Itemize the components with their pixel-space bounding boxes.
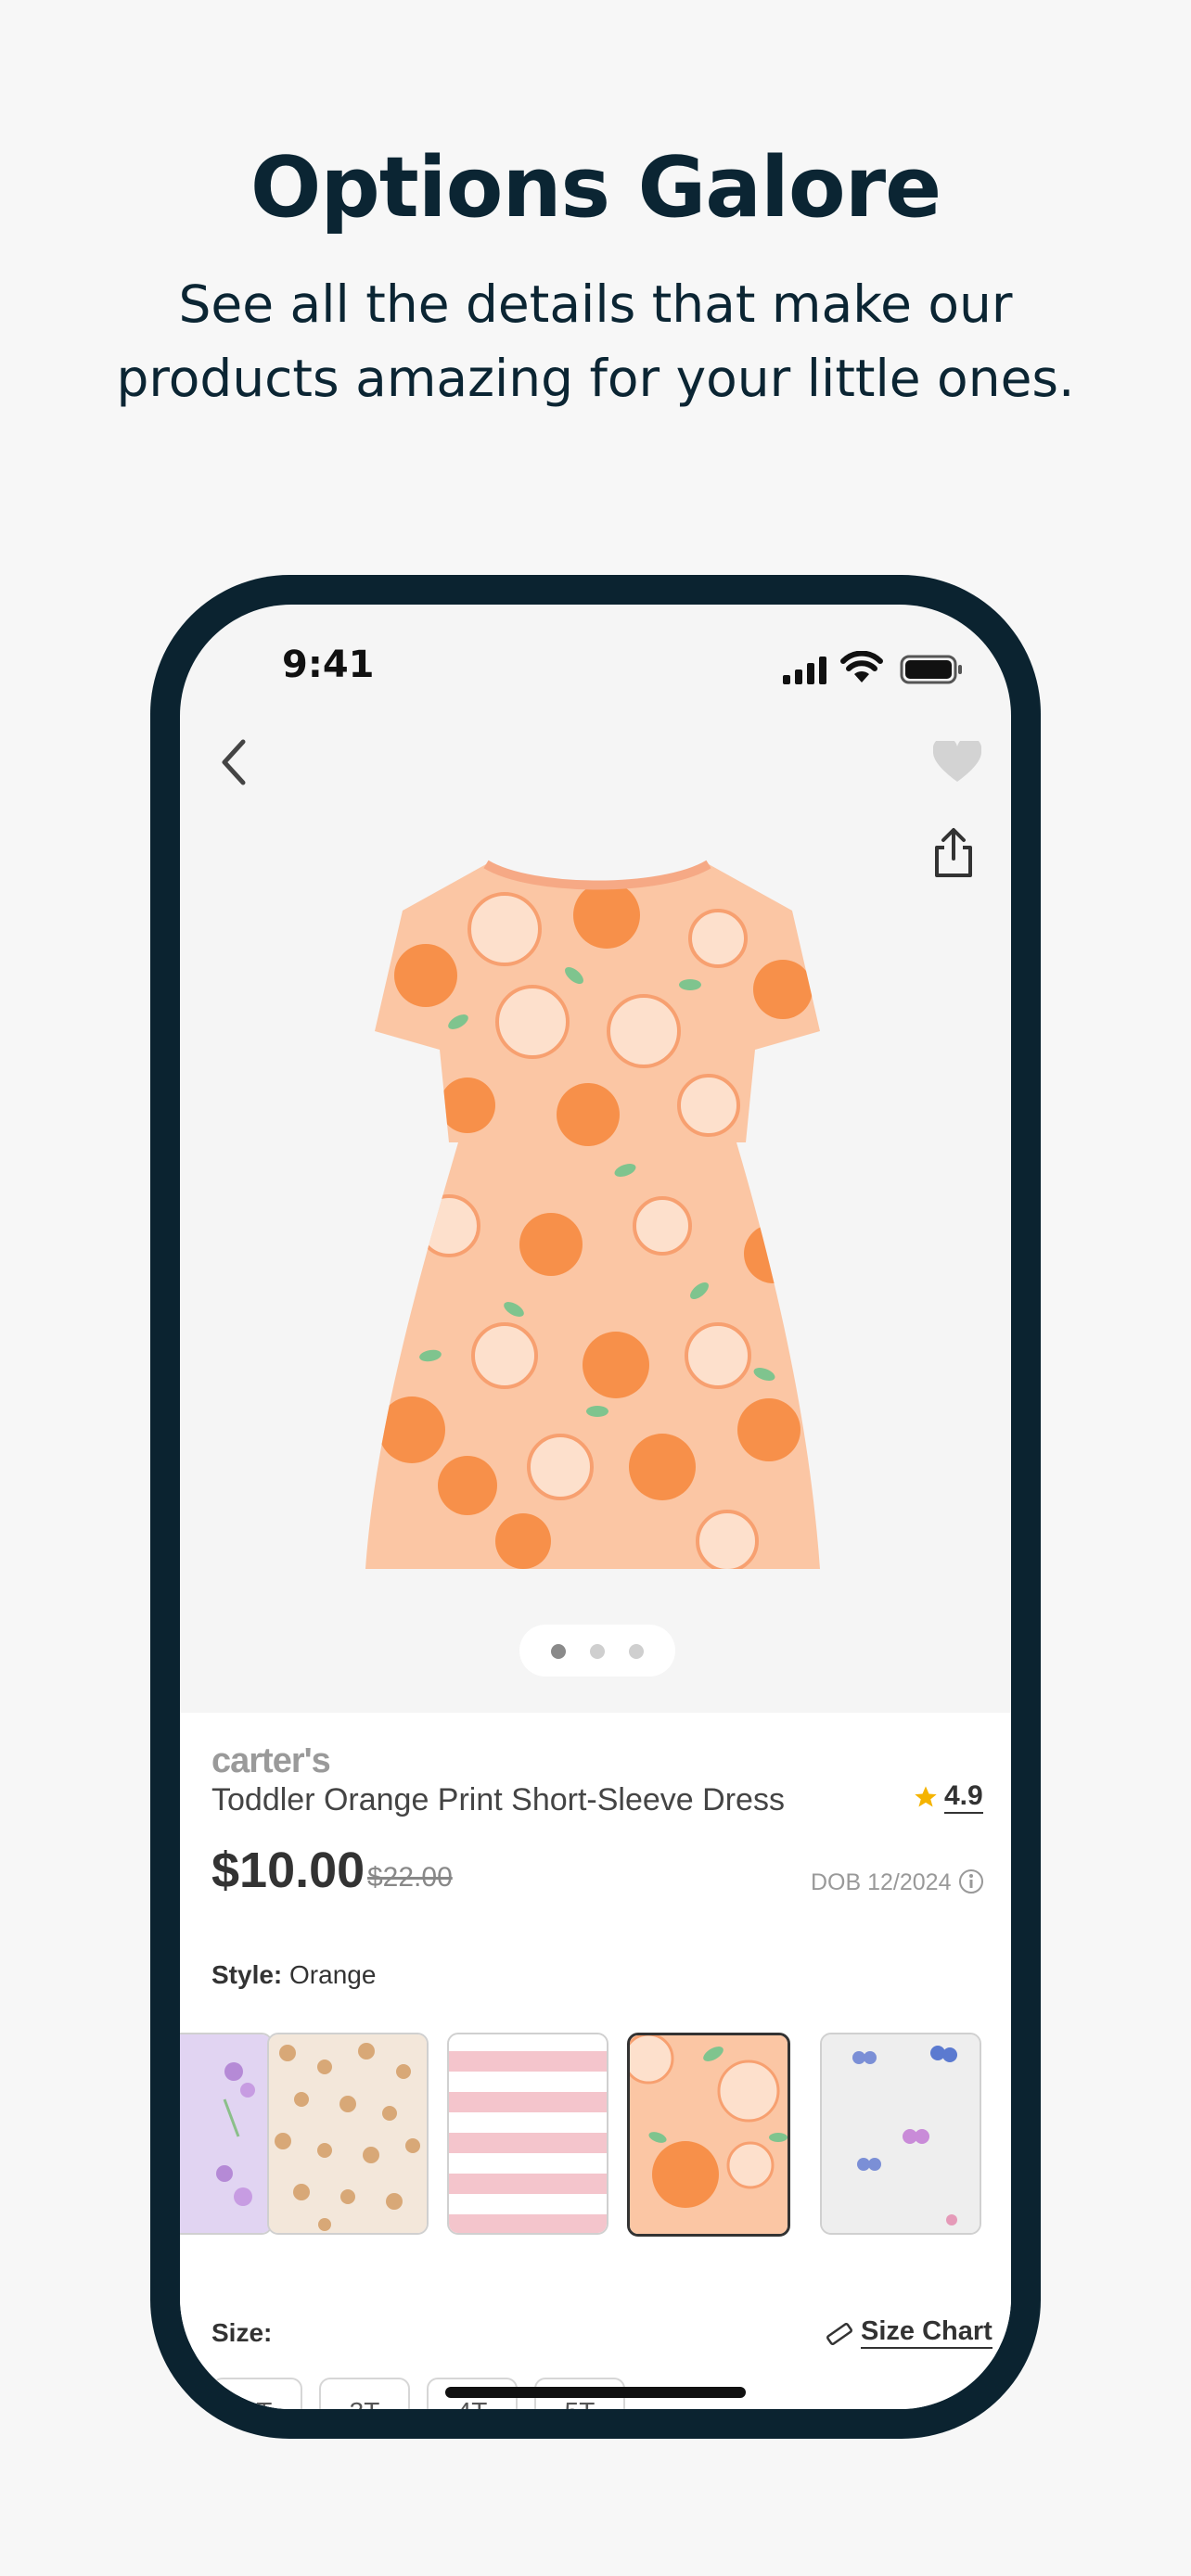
size-label: Size: bbox=[211, 2318, 273, 2347]
product-name: Toddler Orange Print Short-Sleeve Dress bbox=[211, 1782, 785, 1817]
gallery-pagination[interactable] bbox=[519, 1625, 675, 1677]
size-option-3t[interactable]: 3T bbox=[319, 2378, 410, 2409]
swatch-butterfly[interactable] bbox=[820, 2033, 981, 2235]
status-bar: 9:41 bbox=[180, 605, 1011, 716]
pagination-dot[interactable] bbox=[629, 1644, 644, 1659]
original-price: $22.00 bbox=[367, 1862, 453, 1893]
info-icon[interactable] bbox=[957, 1868, 985, 1895]
pagination-dot[interactable] bbox=[590, 1644, 605, 1659]
rating-value[interactable]: 4.9 bbox=[944, 1780, 983, 1814]
style-label-key: Style: bbox=[211, 1960, 283, 1989]
swatch-leopard[interactable] bbox=[267, 2033, 429, 2235]
dob-label: DOB 12/2024 bbox=[811, 1869, 952, 1895]
size-option-2t[interactable]: 2T bbox=[211, 2378, 302, 2409]
pagination-dot-active[interactable] bbox=[551, 1644, 566, 1659]
swatch-orange[interactable] bbox=[627, 2033, 790, 2237]
sale-price: $10.00 bbox=[211, 1843, 365, 1898]
product-dress-image bbox=[365, 860, 820, 1569]
home-indicator[interactable] bbox=[445, 2387, 746, 2398]
style-value: Orange bbox=[289, 1960, 377, 1989]
wifi-icon bbox=[840, 651, 883, 682]
status-time: 9:41 bbox=[282, 644, 375, 686]
swatch-pink-stripe[interactable] bbox=[447, 2033, 608, 2235]
phone-screen: 9:41 carter's Toddler Orange Print Short… bbox=[180, 605, 1011, 2409]
phone-frame: 9:41 carter's Toddler Orange Print Short… bbox=[150, 575, 1041, 2439]
signal-icon bbox=[783, 657, 826, 684]
ruler-icon[interactable] bbox=[826, 2322, 853, 2346]
star-icon bbox=[915, 1786, 937, 1807]
swatch-lavender-floral[interactable] bbox=[180, 2033, 273, 2235]
promo-subline: See all the details that make our produc… bbox=[116, 274, 1075, 408]
promo-headline: Options Galore bbox=[250, 139, 941, 236]
brand-logo: carter's bbox=[211, 1741, 331, 1780]
battery-icon bbox=[900, 655, 962, 684]
share-icon[interactable] bbox=[931, 827, 976, 879]
size-chart-link[interactable]: Size Chart bbox=[861, 2316, 992, 2349]
favorite-heart-icon[interactable] bbox=[933, 741, 981, 784]
style-label: Style: Orange bbox=[211, 1960, 376, 1990]
back-chevron-icon[interactable] bbox=[208, 725, 263, 799]
